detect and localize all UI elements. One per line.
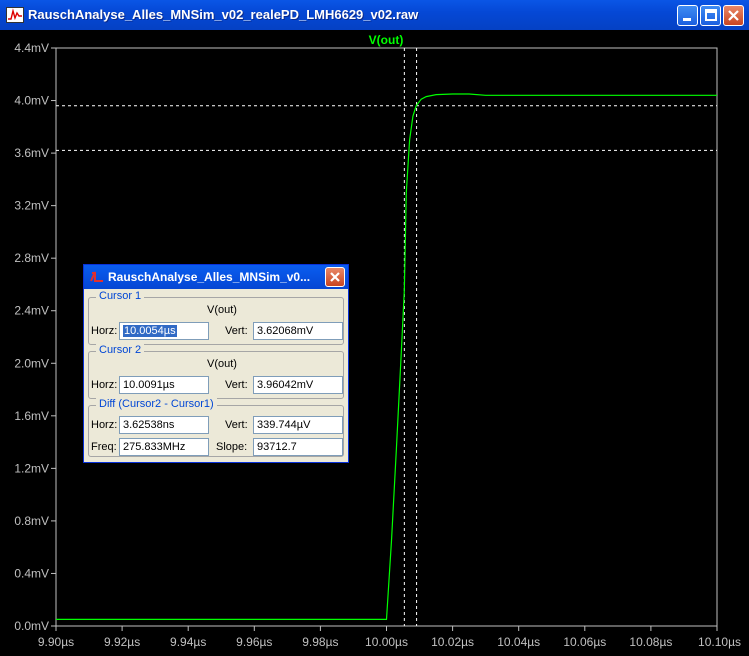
diff-freq-label: Freq: xyxy=(91,441,117,453)
y-tick-label: 3.6mV xyxy=(14,146,49,160)
y-tick-label: 4.0mV xyxy=(14,94,49,108)
diff-slope-field[interactable]: 93712.7 xyxy=(253,438,343,456)
diff-horz-label: Horz: xyxy=(91,419,118,431)
cursor2-legend: Cursor 2 xyxy=(96,344,145,356)
diff-vert-label: Vert: xyxy=(225,419,248,431)
y-tick-label: 0.0mV xyxy=(14,619,49,633)
y-tick-label: 0.4mV xyxy=(14,566,49,580)
dialog-title-bar[interactable]: RauschAnalyse_Alles_MNSim_v0... xyxy=(84,265,348,289)
cursor2-group: Cursor 2 V(out) Horz: 10.0091µs Vert: 3.… xyxy=(88,344,344,399)
cursor1-vert-label: Vert: xyxy=(225,325,248,337)
y-tick-label: 3.2mV xyxy=(14,199,49,213)
cursor1-horz-field[interactable]: 10.0054µs xyxy=(119,322,209,340)
minimize-button[interactable] xyxy=(677,5,698,26)
cursor2-column-header: V(out) xyxy=(207,358,237,370)
y-tick-label: 4.4mV xyxy=(14,41,49,55)
diff-group: Diff (Cursor2 - Cursor1) Horz: 3.62538ns… xyxy=(88,398,344,457)
cursor-dialog[interactable]: RauschAnalyse_Alles_MNSim_v0... Cursor 1… xyxy=(83,264,349,463)
x-tick-label: 10.04µs xyxy=(497,635,540,649)
cursor2-vert-field[interactable]: 3.96042mV xyxy=(253,376,343,394)
window-title: RauschAnalyse_Alles_MNSim_v02_realePD_LM… xyxy=(28,7,419,22)
y-tick-label: 2.8mV xyxy=(14,251,49,265)
cursor1-vert-field[interactable]: 3.62068mV xyxy=(253,322,343,340)
x-tick-label: 9.98µs xyxy=(302,635,338,649)
diff-horz-field[interactable]: 3.62538ns xyxy=(119,416,209,434)
cursor1-horz-label: Horz: xyxy=(91,325,118,337)
y-tick-label: 0.8mV xyxy=(14,514,49,528)
cursor2-horz-field[interactable]: 10.0091µs xyxy=(119,376,209,394)
diff-vert-field[interactable]: 339.744µV xyxy=(253,416,343,434)
diff-slope-label: Slope: xyxy=(216,441,248,453)
x-tick-label: 10.10µs xyxy=(698,635,741,649)
maximize-button[interactable] xyxy=(700,5,721,26)
x-tick-label: 10.02µs xyxy=(431,635,474,649)
x-tick-label: 9.96µs xyxy=(236,635,272,649)
diff-freq-field[interactable]: 275.833MHz xyxy=(119,438,209,456)
y-tick-label: 2.0mV xyxy=(14,356,49,370)
close-button[interactable] xyxy=(723,5,744,26)
y-tick-label: 1.6mV xyxy=(14,409,49,423)
ltspice-icon xyxy=(89,269,105,285)
y-tick-label: 2.4mV xyxy=(14,304,49,318)
waveform-app-icon[interactable] xyxy=(6,7,24,23)
x-tick-label: 9.94µs xyxy=(170,635,206,649)
cursor1-group: Cursor 1 V(out) Horz: 10.0054µs Vert: 3.… xyxy=(88,290,344,345)
cursor1-legend: Cursor 1 xyxy=(96,290,145,302)
x-tick-label: 10.00µs xyxy=(365,635,408,649)
x-tick-label: 10.08µs xyxy=(629,635,672,649)
y-tick-label: 1.2mV xyxy=(14,461,49,475)
trace-label[interactable]: V(out) xyxy=(369,33,404,47)
window-title-bar[interactable]: RauschAnalyse_Alles_MNSim_v02_realePD_LM… xyxy=(0,0,749,30)
x-tick-label: 10.06µs xyxy=(563,635,606,649)
cursor1-horz-value[interactable]: 10.0054µs xyxy=(123,325,177,337)
dialog-close-button[interactable] xyxy=(325,267,345,287)
x-tick-label: 9.92µs xyxy=(104,635,140,649)
cursor2-vert-label: Vert: xyxy=(225,379,248,391)
x-tick-label: 9.90µs xyxy=(38,635,74,649)
cursor1-column-header: V(out) xyxy=(207,304,237,316)
cursor2-horz-label: Horz: xyxy=(91,379,118,391)
dialog-title: RauschAnalyse_Alles_MNSim_v0... xyxy=(108,270,311,284)
diff-legend: Diff (Cursor2 - Cursor1) xyxy=(96,398,217,410)
